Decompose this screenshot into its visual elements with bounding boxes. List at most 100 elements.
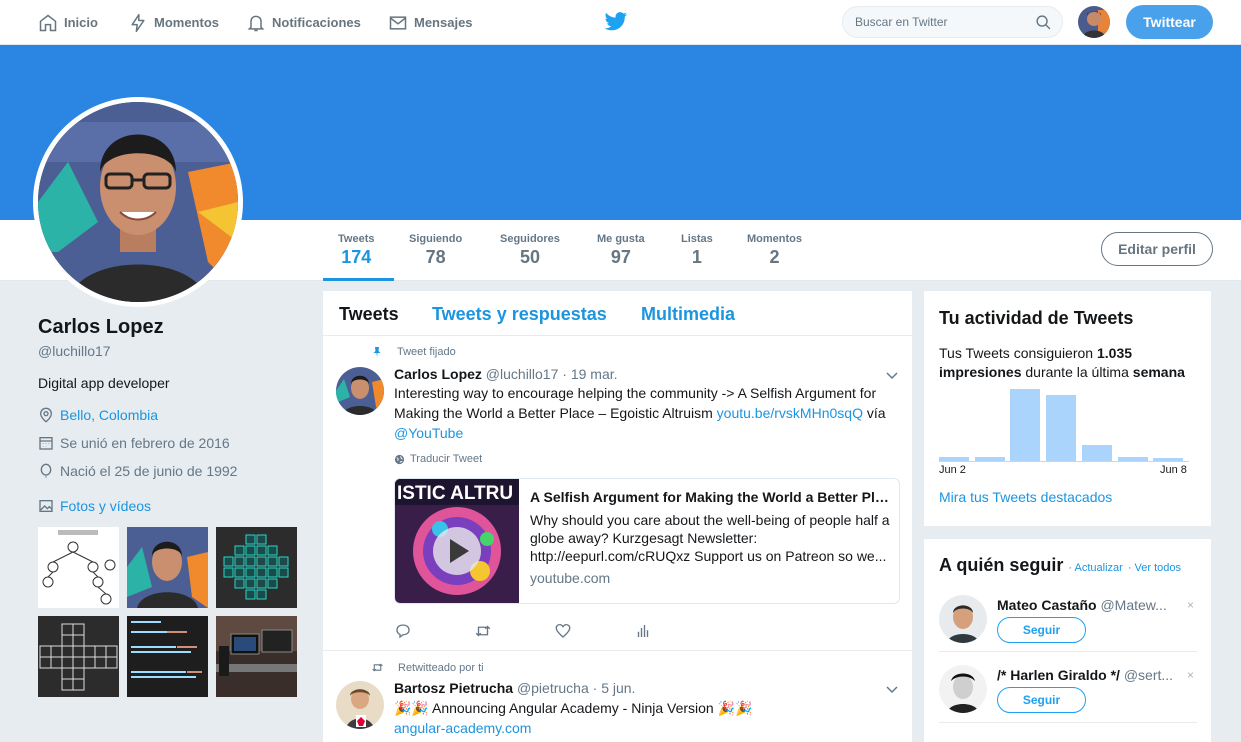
link-card[interactable]: ISTIC ALTRU A Selfish Argument for Makin… xyxy=(394,478,900,604)
joined-text: Se unió en febrero de 2016 xyxy=(60,435,230,451)
stat-label: Tweets xyxy=(338,233,375,245)
tweet[interactable]: Retwitteado por ti Bartosz Pietrucha @pi… xyxy=(323,652,912,742)
suggestion-display-name[interactable]: Mateo Castaño xyxy=(997,597,1097,613)
stat-moments[interactable]: Momentos 2 xyxy=(747,233,802,268)
profile-avatar[interactable] xyxy=(33,97,243,307)
photo-thumbnail[interactable] xyxy=(38,616,119,697)
tweet-actions xyxy=(394,622,714,642)
tweet-mention[interactable]: @YouTube xyxy=(394,425,463,441)
divider xyxy=(939,651,1197,652)
analytics-button[interactable] xyxy=(634,622,714,642)
view-all-link[interactable]: Ver todos xyxy=(1135,562,1181,574)
lightning-icon xyxy=(131,13,145,32)
stat-value: 50 xyxy=(519,247,540,267)
impressions-chart[interactable] xyxy=(939,389,1189,462)
suggestion-avatar[interactable] xyxy=(939,595,987,643)
tweet-author-avatar[interactable] xyxy=(336,681,384,729)
tweet-link[interactable]: youtu.be/rvskMHn0sqQ xyxy=(717,405,863,421)
stat-likes[interactable]: Me gusta 97 xyxy=(597,233,645,268)
divider xyxy=(939,722,1197,723)
photo-thumbnail[interactable] xyxy=(127,616,208,697)
suggestion-handle: @Matew... xyxy=(1100,597,1167,613)
photos-videos-link[interactable]: Fotos y vídeos xyxy=(38,498,308,514)
bell-icon xyxy=(247,15,265,31)
search-placeholder: Buscar en Twitter xyxy=(855,15,948,29)
tweet-header: Bartosz Pietrucha @pietrucha · 5 jun. xyxy=(394,680,635,696)
top-tweets-link[interactable]: Mira tus Tweets destacados xyxy=(939,488,1199,507)
dismiss-icon[interactable]: × xyxy=(1187,598,1194,612)
tweet-link[interactable]: angular-academy.com xyxy=(394,718,894,738)
tweet-author-name[interactable]: Carlos Lopez xyxy=(394,366,482,382)
follow-button[interactable]: Seguir xyxy=(997,687,1086,713)
activity-summary: Tus Tweets consiguieron 1.035 impresione… xyxy=(939,344,1199,382)
nav-moments[interactable]: Momentos xyxy=(128,0,219,45)
activity-impressions-word: impresiones xyxy=(939,364,1022,380)
tweet-author-handle[interactable]: @pietrucha xyxy=(517,680,589,696)
suggestion-display-name[interactable]: /* Harlen Giraldo */ xyxy=(997,667,1120,683)
chart-x-start: Jun 2 xyxy=(939,464,966,476)
stat-label: Me gusta xyxy=(597,233,645,245)
photo-thumbnail[interactable] xyxy=(127,527,208,608)
timeline-tabs: Tweets Tweets y respuestas Multimedia xyxy=(323,291,912,336)
chevron-down-icon[interactable] xyxy=(886,370,898,382)
stat-lists[interactable]: Listas 1 xyxy=(681,233,713,268)
location-link[interactable]: Bello, Colombia xyxy=(60,407,158,423)
nav-home-label: Inicio xyxy=(64,15,98,30)
stat-value: 2 xyxy=(769,247,780,267)
twitter-bird-icon[interactable] xyxy=(604,11,628,33)
chevron-down-icon[interactable] xyxy=(886,684,898,696)
tweet-author-handle[interactable]: @luchillo17 xyxy=(486,366,559,382)
edit-profile-button[interactable]: Editar perfil xyxy=(1101,232,1213,266)
photo-thumbnail[interactable] xyxy=(216,527,297,608)
stat-following[interactable]: Siguiendo 78 xyxy=(409,233,462,268)
tweet-button[interactable]: Twittear xyxy=(1126,5,1213,39)
follow-button[interactable]: Seguir xyxy=(997,617,1086,643)
tab-media[interactable]: Multimedia xyxy=(641,304,735,325)
photo-thumbnail[interactable] xyxy=(38,527,119,608)
nav-messages[interactable]: Mensajes xyxy=(388,0,473,45)
chart-bar[interactable] xyxy=(1082,445,1112,461)
profile-location: Bello, Colombia xyxy=(38,406,308,424)
follow-suggestion[interactable]: /* Harlen Giraldo */ @sert... × Seguir xyxy=(939,665,1197,735)
search-input[interactable]: Buscar en Twitter xyxy=(842,6,1063,38)
reply-button[interactable] xyxy=(394,622,474,642)
globe-icon xyxy=(394,454,405,464)
suggestion-avatar[interactable] xyxy=(939,665,987,713)
nav-notifications[interactable]: Notificaciones xyxy=(246,0,361,45)
tab-tweets[interactable]: Tweets xyxy=(339,304,399,325)
bar-chart-icon xyxy=(637,625,649,637)
activity-period: semana xyxy=(1132,364,1185,380)
tweet-author-avatar[interactable] xyxy=(336,367,384,415)
activity-text-prefix: Tus Tweets consiguieron xyxy=(939,345,1094,361)
account-avatar[interactable] xyxy=(1078,6,1110,38)
tweet-author-name[interactable]: Bartosz Pietrucha xyxy=(394,680,513,696)
retweet-button[interactable] xyxy=(474,622,554,642)
dismiss-icon[interactable]: × xyxy=(1187,668,1194,682)
card-thumbnail: ISTIC ALTRU xyxy=(395,479,519,603)
nav-home[interactable]: Inicio xyxy=(38,0,98,45)
tab-tweets-replies[interactable]: Tweets y respuestas xyxy=(432,304,607,325)
profile-handle[interactable]: @luchillo17 xyxy=(38,343,308,359)
stat-label: Seguidores xyxy=(500,233,560,245)
like-button[interactable] xyxy=(554,622,634,642)
stat-value: 1 xyxy=(691,247,702,267)
profile-birthday: Nació el 25 de junio de 1992 xyxy=(38,462,308,480)
location-pin-icon xyxy=(39,407,53,423)
activity-title: Tu actividad de Tweets xyxy=(939,308,1134,328)
activity-impressions: 1.035 xyxy=(1096,345,1133,361)
search-icon[interactable] xyxy=(1035,14,1052,31)
tweet[interactable]: Tweet fijado Carlos Lopez @luchillo17 · … xyxy=(323,337,912,651)
retweet-icon xyxy=(475,625,491,637)
nav-moments-label: Momentos xyxy=(154,15,219,30)
chart-bar[interactable] xyxy=(1010,389,1040,461)
stat-followers[interactable]: Seguidores 50 xyxy=(500,233,560,268)
tweet-date[interactable]: · 5 jun. xyxy=(593,680,636,696)
translate-tweet[interactable]: Traducir Tweet xyxy=(394,453,482,465)
chart-bar[interactable] xyxy=(1046,395,1076,461)
follow-suggestion[interactable]: Mateo Castaño @Matew... × Seguir xyxy=(939,595,1197,665)
photo-thumbnail[interactable] xyxy=(216,616,297,697)
profile-name[interactable]: Carlos Lopez xyxy=(38,316,308,339)
refresh-link[interactable]: Actualizar xyxy=(1075,562,1123,574)
tweet-date[interactable]: · 19 mar. xyxy=(562,366,617,382)
stat-tweets[interactable]: Tweets 174 xyxy=(338,233,374,268)
